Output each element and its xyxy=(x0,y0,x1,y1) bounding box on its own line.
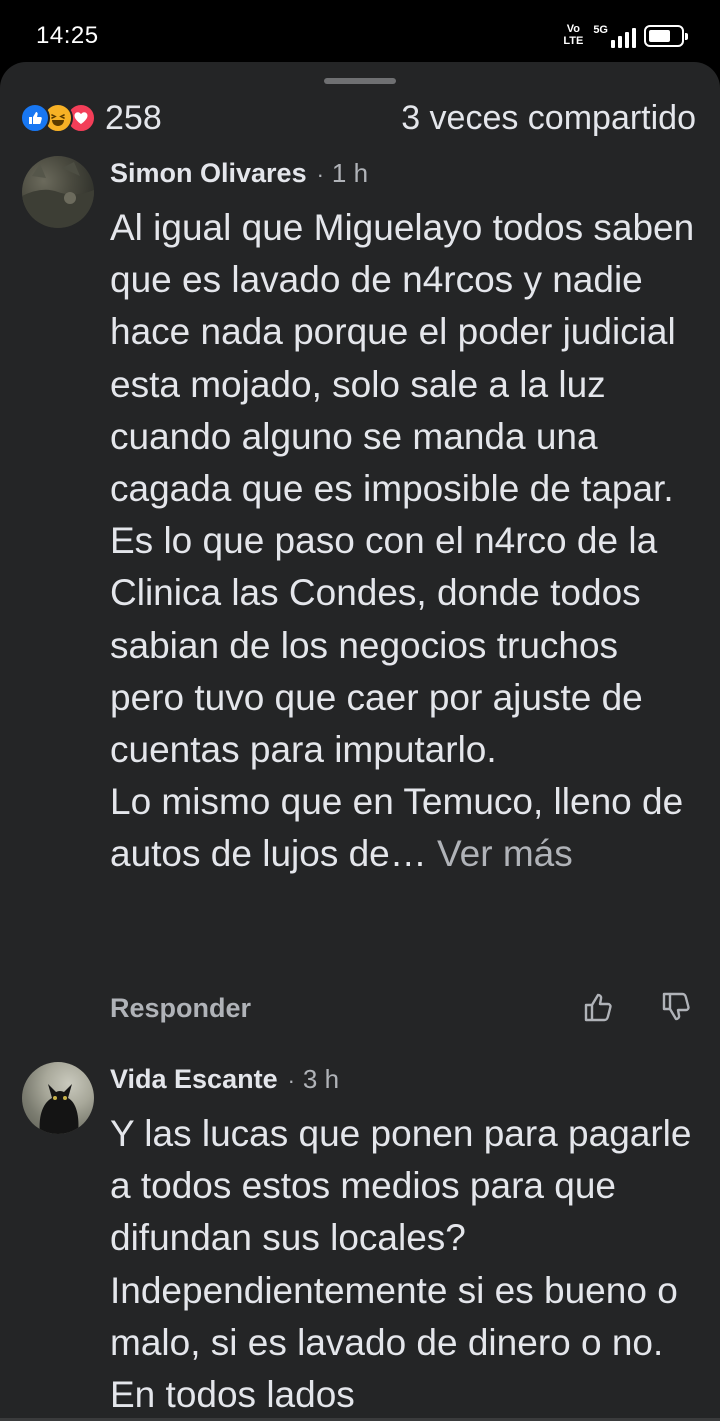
header-separator: · xyxy=(316,162,324,187)
avatar-photo xyxy=(39,1084,79,1134)
avatar[interactable] xyxy=(22,156,94,228)
comment-time[interactable]: 3 h xyxy=(303,1064,339,1095)
comment-paragraph-text: Es lo que paso con el n4rco de la Clinic… xyxy=(110,520,658,771)
battery-icon xyxy=(644,25,688,47)
reply-button[interactable]: Responder xyxy=(110,993,251,1024)
status-icons: Vo LTE 5G xyxy=(561,22,688,50)
network-type-label: 5G xyxy=(593,24,608,36)
signal-bar xyxy=(632,28,636,48)
comment-paragraph: Al igual que Miguelayo todos saben que e… xyxy=(110,207,695,510)
avatar-photo xyxy=(22,162,94,228)
comment-header: Vida Escante · 3 h xyxy=(110,1064,339,1095)
comment-paragraph: Lo mismo que en Temuco, lleno de autos d… xyxy=(110,776,700,880)
avatar[interactable] xyxy=(22,1062,94,1134)
like-icon xyxy=(20,103,50,133)
comment-author[interactable]: Simon Olivares xyxy=(110,158,307,189)
upvote-icon[interactable] xyxy=(582,990,614,1024)
reactions-button[interactable]: 258 xyxy=(20,99,162,138)
comment-header: Simon Olivares · 1 h xyxy=(110,158,368,189)
header-separator: · xyxy=(287,1068,295,1093)
comment-paragraph-text: Lo mismo que en Temuco, lleno de autos d… xyxy=(110,781,684,875)
status-time: 14:25 xyxy=(36,22,99,49)
comment-actions: Responder xyxy=(110,988,692,1028)
volte-bottom-label: LTE xyxy=(563,35,584,47)
comment-text: Y las lucas que ponen para pagarle a tod… xyxy=(110,1108,700,1421)
signal-bar xyxy=(618,36,622,48)
signal-icon: 5G xyxy=(593,24,636,48)
comment-text: Al igual que Miguelayo todos saben que e… xyxy=(110,202,700,881)
signal-bar xyxy=(625,32,629,48)
sheet-drag-handle[interactable] xyxy=(324,78,396,84)
reaction-count: 258 xyxy=(105,98,162,137)
status-bar: 14:25 Vo LTE 5G xyxy=(0,0,720,70)
signal-bar xyxy=(611,40,615,48)
downvote-icon[interactable] xyxy=(660,990,692,1024)
comment-time[interactable]: 1 h xyxy=(332,158,368,189)
reaction-summary: 258 3 veces compartido xyxy=(20,94,696,142)
comment-author[interactable]: Vida Escante xyxy=(110,1064,278,1095)
comments-sheet[interactable]: 258 3 veces compartido Simon Olivares · … xyxy=(0,62,720,1421)
shares-count-link[interactable]: 3 veces compartido xyxy=(401,99,696,138)
volte-icon: Vo LTE xyxy=(561,23,585,49)
comment-paragraph: Es lo que paso con el n4rco de la Clinic… xyxy=(110,515,700,776)
comment-paragraph: Y las lucas que ponen para pagarle a tod… xyxy=(110,1113,692,1416)
volte-top-label: Vo xyxy=(566,23,580,35)
battery-level xyxy=(649,30,670,42)
see-more-link[interactable]: Ver más xyxy=(437,833,573,874)
